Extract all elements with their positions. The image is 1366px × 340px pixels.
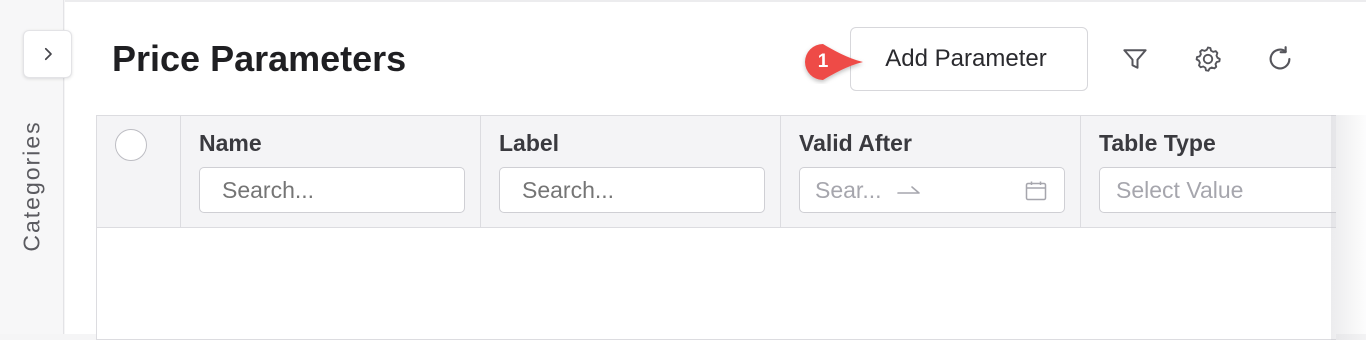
select-placeholder: Select Value (1116, 176, 1244, 203)
label-filter-input[interactable] (499, 167, 765, 213)
main-panel: Price Parameters 1 Add Parameter Name Se… (65, 0, 1366, 340)
filter-icon (1123, 49, 1147, 69)
chevron-right-icon (44, 47, 52, 61)
categories-label[interactable]: Categories (19, 120, 46, 251)
categories-sidebar: Categories (0, 0, 72, 334)
date-range-placeholder: Sear... (815, 176, 882, 203)
name-filter-input[interactable] (199, 167, 465, 213)
column-title-label[interactable]: Label (499, 130, 559, 157)
column-title-valid-after[interactable]: Valid After (799, 130, 912, 157)
settings-gear-icon (1195, 46, 1221, 72)
settings-button[interactable] (1191, 42, 1225, 76)
column-title-name[interactable]: Name (199, 130, 262, 157)
add-parameter-button[interactable]: Add Parameter (850, 27, 1088, 91)
selection-column (97, 116, 181, 228)
refresh-icon (1269, 46, 1291, 70)
step-callout-badge: 1 (793, 40, 869, 84)
column-label: Label (481, 116, 781, 228)
callout-number: 1 (817, 51, 829, 72)
page-title: Price Parameters (112, 38, 407, 79)
refresh-button[interactable] (1263, 42, 1297, 76)
table-header: Name Label Valid After Sear... (97, 116, 1336, 228)
column-title-table-type[interactable]: Table Type (1099, 130, 1216, 157)
scroll-shadow (1331, 115, 1366, 340)
valid-after-date-range-input[interactable]: Sear... (799, 167, 1065, 213)
filter-button[interactable] (1118, 42, 1152, 76)
chevron-down-icon (1334, 183, 1336, 201)
column-valid-after: Valid After Sear... (781, 116, 1081, 228)
parameters-table: Name Label Valid After Sear... (96, 115, 1336, 340)
column-table-type: Table Type Select Value (1081, 116, 1336, 228)
calendar-icon[interactable] (1024, 179, 1048, 203)
range-arrow-icon (897, 186, 921, 194)
table-type-select[interactable]: Select Value (1099, 167, 1336, 213)
column-name: Name (181, 116, 481, 228)
expand-sidebar-button[interactable] (23, 30, 72, 78)
select-all-checkbox[interactable] (115, 129, 147, 161)
